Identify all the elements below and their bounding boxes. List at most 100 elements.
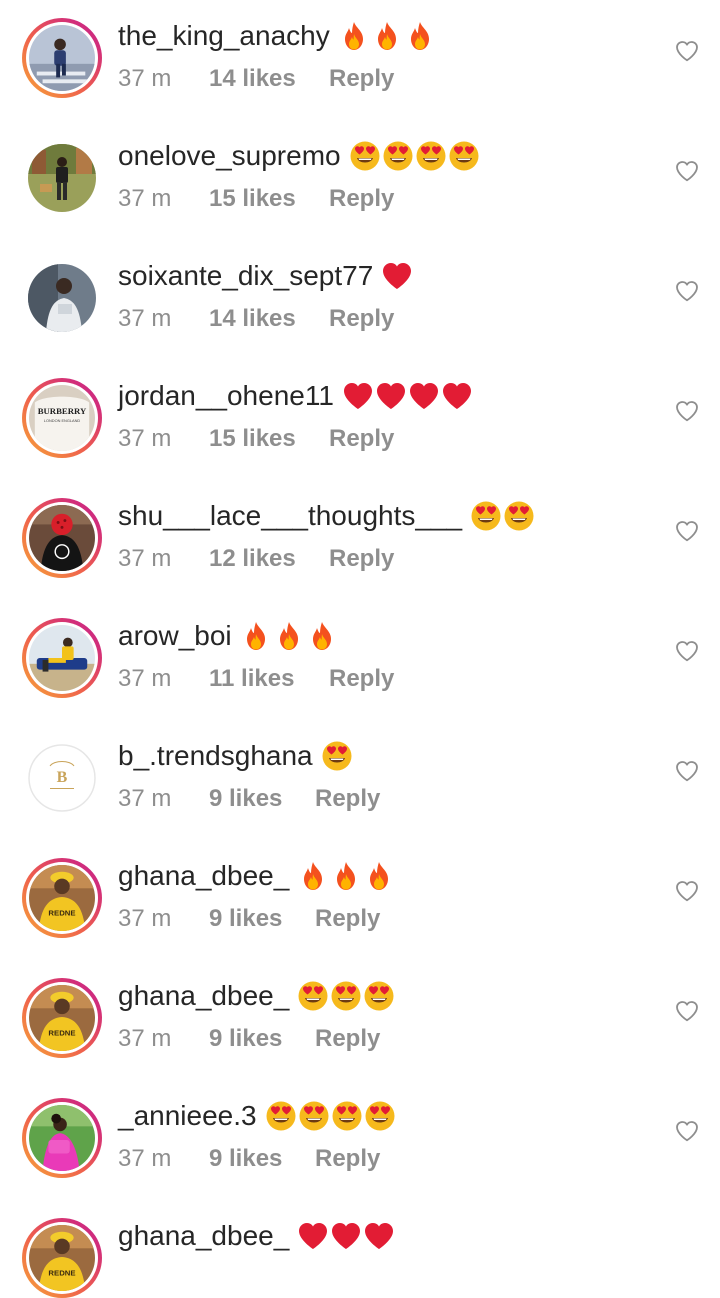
red-heart-emoji-icon bbox=[342, 380, 374, 412]
comment-username[interactable]: b_.trendsghana bbox=[118, 738, 313, 774]
comment-username[interactable]: ghana_dbee_ bbox=[118, 858, 289, 894]
comment-username[interactable]: _annieee.3 bbox=[118, 1098, 257, 1134]
avatar-story-ring[interactable]: REDNE bbox=[22, 1218, 102, 1298]
comment-emojis bbox=[342, 380, 473, 412]
comment-meta: 37 m 15 likes Reply bbox=[118, 182, 418, 216]
avatar-border bbox=[28, 264, 96, 332]
comment-emojis bbox=[297, 860, 395, 892]
heart-eyes-emoji-icon bbox=[470, 500, 502, 532]
heart-eyes-emoji-icon bbox=[297, 980, 329, 1012]
comment-text: ghana_dbee_ bbox=[118, 1218, 395, 1254]
reply-button[interactable]: Reply bbox=[329, 542, 394, 576]
comment-likes-count[interactable]: 9 likes bbox=[209, 1022, 282, 1056]
comment-username[interactable]: onelove_supremo bbox=[118, 138, 341, 174]
reply-button[interactable]: Reply bbox=[315, 1022, 380, 1056]
heart-outline-icon bbox=[675, 1000, 699, 1027]
reply-button[interactable]: Reply bbox=[315, 782, 380, 816]
red-heart-emoji-icon bbox=[441, 380, 473, 412]
comment-username[interactable]: jordan__ohene11 bbox=[118, 378, 334, 414]
heart-eyes-emoji-icon bbox=[331, 1100, 363, 1132]
comment-meta: 37 m 9 likes Reply bbox=[118, 782, 418, 816]
avatar-story-ring[interactable]: BURBERRY LONDON ENGLAND bbox=[22, 378, 102, 458]
comment-likes-count[interactable]: 15 likes bbox=[209, 182, 296, 216]
comment-timestamp: 37 m bbox=[118, 785, 172, 812]
red-heart-emoji-icon bbox=[363, 1220, 395, 1252]
svg-text:REDNE: REDNE bbox=[48, 1028, 75, 1037]
avatar-story-ring[interactable] bbox=[22, 618, 102, 698]
comment-username[interactable]: soixante_dix_sept77 bbox=[118, 258, 373, 294]
like-comment-button[interactable] bbox=[674, 400, 700, 426]
comment-emojis bbox=[470, 500, 535, 532]
avatar-image: BURBERRY LONDON ENGLAND bbox=[29, 385, 95, 451]
like-comment-button[interactable] bbox=[674, 160, 700, 186]
comment-timestamp: 37 m bbox=[118, 545, 172, 572]
reply-button[interactable]: Reply bbox=[329, 302, 394, 336]
red-heart-emoji-icon bbox=[297, 1220, 329, 1252]
comment-username[interactable]: arow_boi bbox=[118, 618, 232, 654]
heart-outline-icon bbox=[675, 280, 699, 307]
reply-button[interactable]: Reply bbox=[315, 902, 380, 936]
avatar-border bbox=[26, 502, 98, 574]
comment-emojis bbox=[265, 1100, 396, 1132]
comment-text: ghana_dbee_ bbox=[118, 978, 395, 1014]
avatar-border bbox=[26, 1102, 98, 1174]
heart-eyes-emoji-icon bbox=[448, 140, 480, 172]
reply-button[interactable]: Reply bbox=[329, 662, 394, 696]
reply-button[interactable]: Reply bbox=[329, 182, 394, 216]
comment-timestamp: 37 m bbox=[118, 425, 172, 452]
avatar-story-ring[interactable]: REDNE bbox=[22, 978, 102, 1058]
comment-meta: 37 m 9 likes Reply bbox=[118, 1142, 418, 1176]
heart-outline-icon bbox=[675, 400, 699, 427]
avatar-image bbox=[28, 144, 96, 212]
avatar[interactable] bbox=[22, 138, 102, 218]
comment-text: jordan__ohene11 bbox=[118, 378, 473, 414]
comment-timestamp: 37 m bbox=[118, 665, 172, 692]
comment-timestamp: 37 m bbox=[118, 1025, 172, 1052]
comment-likes-count[interactable]: 11 likes bbox=[209, 662, 294, 696]
comment-username[interactable]: ghana_dbee_ bbox=[118, 978, 289, 1014]
heart-eyes-emoji-icon bbox=[415, 140, 447, 172]
avatar-border: REDNE bbox=[26, 982, 98, 1054]
avatar-image: REDNE bbox=[29, 1225, 95, 1291]
comment-likes-count[interactable]: 15 likes bbox=[209, 422, 296, 456]
comment-likes-count[interactable]: 9 likes bbox=[209, 1142, 282, 1176]
like-comment-button[interactable] bbox=[674, 640, 700, 666]
avatar-image bbox=[29, 625, 95, 691]
comment-username[interactable]: shu___lace___thoughts___ bbox=[118, 498, 462, 534]
heart-eyes-emoji-icon bbox=[349, 140, 381, 172]
comment-username[interactable]: ghana_dbee_ bbox=[118, 1218, 289, 1254]
comment-likes-count[interactable]: 14 likes bbox=[209, 302, 296, 336]
avatar-story-ring[interactable] bbox=[22, 498, 102, 578]
like-comment-button[interactable] bbox=[674, 760, 700, 786]
avatar[interactable]: B bbox=[22, 738, 102, 818]
comment-likes-count[interactable]: 9 likes bbox=[209, 782, 282, 816]
comment-meta: 37 m 11 likes Reply bbox=[118, 662, 418, 696]
like-comment-button[interactable] bbox=[674, 1000, 700, 1026]
comment-timestamp: 37 m bbox=[118, 1145, 172, 1172]
heart-eyes-emoji-icon bbox=[265, 1100, 297, 1132]
like-comment-button[interactable] bbox=[674, 880, 700, 906]
like-comment-button[interactable] bbox=[674, 280, 700, 306]
like-comment-button[interactable] bbox=[674, 1120, 700, 1146]
avatar-border bbox=[26, 622, 98, 694]
heart-outline-icon bbox=[675, 520, 699, 547]
reply-button[interactable]: Reply bbox=[329, 422, 394, 456]
comment-likes-count[interactable]: 12 likes bbox=[209, 542, 296, 576]
avatar-image: REDNE bbox=[29, 985, 95, 1051]
comment-text: onelove_supremo bbox=[118, 138, 480, 174]
reply-button[interactable]: Reply bbox=[315, 1142, 380, 1176]
comment-text: soixante_dix_sept77 bbox=[118, 258, 413, 294]
red-heart-emoji-icon bbox=[330, 1220, 362, 1252]
avatar[interactable] bbox=[22, 258, 102, 338]
avatar-image: REDNE bbox=[29, 865, 95, 931]
avatar-story-ring[interactable] bbox=[22, 1098, 102, 1178]
heart-eyes-emoji-icon bbox=[298, 1100, 330, 1132]
red-heart-emoji-icon bbox=[381, 260, 413, 292]
comment-text: b_.trendsghana bbox=[118, 738, 353, 774]
heart-eyes-emoji-icon bbox=[363, 980, 395, 1012]
like-comment-button[interactable] bbox=[674, 520, 700, 546]
comment-likes-count[interactable]: 9 likes bbox=[209, 902, 282, 936]
avatar-story-ring[interactable]: REDNE bbox=[22, 858, 102, 938]
fire-emoji-icon bbox=[273, 620, 305, 652]
avatar-border bbox=[28, 144, 96, 212]
